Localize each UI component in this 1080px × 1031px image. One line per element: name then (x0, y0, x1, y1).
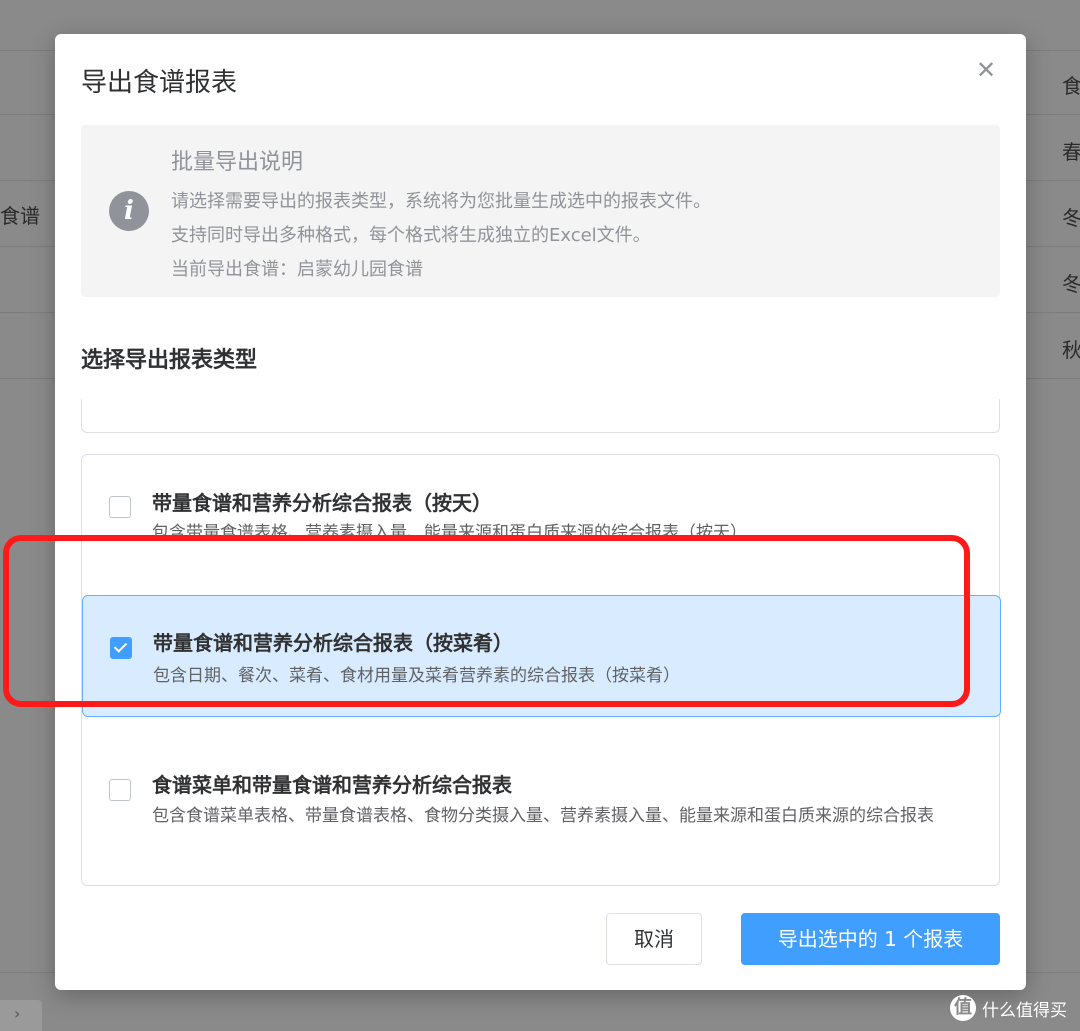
option-checkbox-checked[interactable] (110, 637, 132, 659)
info-alert: i 批量导出说明 请选择需要导出的报表类型，系统将为您批量生成选中的报表文件。 … (81, 125, 1000, 297)
option-description: 包含食谱菜单表格、带量食谱表格、食物分类摄入量、营养素摄入量、能量来源和蛋白质来… (152, 806, 934, 826)
option-card-partial (81, 399, 1000, 433)
bg-row-text: 食谱 (0, 204, 40, 228)
info-line: 请选择需要导出的报表类型，系统将为您批量生成选中的报表文件。 (171, 191, 711, 212)
bg-cell-text: 秋 (1062, 338, 1080, 362)
watermark-text: 什么值得买 (982, 1000, 1067, 1021)
check-icon (113, 639, 128, 653)
bg-cell-text: 冬 (1062, 272, 1080, 296)
bg-cell-text: 春 (1062, 140, 1080, 164)
smzdm-logo: 值 (950, 995, 976, 1021)
option-checkbox[interactable] (109, 496, 131, 518)
section-title: 选择导出报表类型 (81, 348, 258, 373)
info-title: 批量导出说明 (171, 150, 304, 175)
option-checkbox[interactable] (109, 779, 131, 801)
option-by-day[interactable]: 带量食谱和营养分析综合报表（按天） 包含带量食谱表格、营养素摄入量、能量来源和蛋… (82, 455, 1001, 595)
option-description: 包含带量食谱表格、营养素摄入量、能量来源和蛋白质来源的综合报表（按天） (152, 523, 747, 543)
option-by-dish[interactable]: 带量食谱和营养分析综合报表（按菜肴） 包含日期、餐次、菜肴、食材用量及菜肴营养素… (82, 595, 1001, 717)
option-title: 食谱菜单和带量食谱和营养分析综合报表 (152, 773, 512, 797)
option-menu-combined[interactable]: 食谱菜单和带量食谱和营养分析综合报表 包含食谱菜单表格、带量食谱表格、食物分类摄… (82, 745, 1001, 885)
option-description: 包含日期、餐次、菜肴、食材用量及菜肴营养素的综合报表（按菜肴） (153, 666, 680, 686)
option-title: 带量食谱和营养分析综合报表（按天） (152, 491, 492, 515)
option-title: 带量食谱和营养分析综合报表（按菜肴） (153, 631, 513, 655)
info-line: 支持同时导出多种格式，每个格式将生成独立的Excel文件。 (171, 225, 651, 246)
bg-pager-button: › (0, 1000, 42, 1031)
export-recipe-dialog: 导出食谱报表 ✕ i 批量导出说明 请选择需要导出的报表类型，系统将为您批量生成… (55, 34, 1026, 990)
export-selected-button[interactable]: 导出选中的 1 个报表 (741, 913, 1000, 965)
cancel-button[interactable]: 取消 (606, 913, 702, 965)
bg-cell-text: 冬 (1062, 206, 1080, 230)
close-icon[interactable]: ✕ (972, 56, 1000, 84)
info-line: 当前导出食谱：启蒙幼儿园食谱 (171, 259, 423, 280)
bg-cell-text: 食 (1062, 74, 1080, 98)
dialog-title: 导出食谱报表 (81, 68, 238, 98)
chevron-right-icon: › (14, 1004, 21, 1023)
info-icon: i (109, 191, 149, 231)
report-options-list: 带量食谱和营养分析综合报表（按天） 包含带量食谱表格、营养素摄入量、能量来源和蛋… (81, 454, 1001, 886)
watermark: 值 什么值得买 (950, 995, 1067, 1021)
